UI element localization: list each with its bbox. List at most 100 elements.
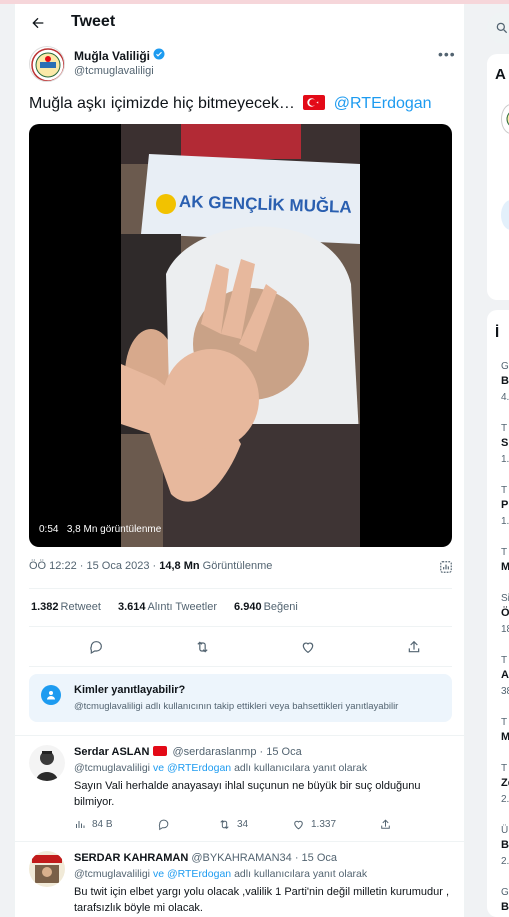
trend-count: 38 — [501, 686, 509, 697]
trend-name[interactable]: A — [501, 669, 509, 681]
video-frame: AK GENÇLİK MUĞLA — [121, 124, 360, 547]
sidebar-avatar[interactable] — [501, 200, 509, 230]
video-duration: 0:54 — [39, 524, 59, 535]
verified-badge-icon — [153, 48, 165, 63]
reply-author-handle[interactable]: @serdaraslanmp — [173, 746, 257, 758]
turkey-flag-icon — [153, 746, 168, 756]
trends-card: İ G B 4. T S 1. T P 1. T M Si Ö 18 T A 3… — [487, 310, 509, 917]
reply-context: @tcmuglavaliligi ve @RTErdogan adlı kull… — [74, 868, 367, 880]
reply-item[interactable]: SERDAR KAHRAMAN @BYKAHRAMAN34 · 15 Oca @… — [15, 841, 464, 917]
retweet-icon — [220, 820, 229, 829]
trend-name[interactable]: Ze — [501, 777, 509, 789]
reply-avatar[interactable] — [29, 851, 65, 887]
video-duration-views: 0:54 3,8 Mn görüntülenme — [39, 524, 161, 535]
reply-views-action[interactable]: 84 B — [74, 818, 113, 830]
trend-name[interactable]: M — [501, 561, 509, 573]
reply-share-icon[interactable] — [379, 818, 392, 831]
reply-retweets-count: 34 — [237, 819, 249, 830]
sidebar-card: A — [487, 54, 509, 300]
video-views: 3,8 Mn görüntülenme — [66, 524, 162, 535]
analytics-icon[interactable] — [439, 560, 453, 574]
trend-count: 1. — [501, 516, 509, 527]
reply-restriction-text: @tcmuglavaliligi adlı kullanıcının takip… — [74, 701, 399, 712]
reply-author[interactable]: SERDAR KAHRAMAN @BYKAHRAMAN34 · 15 Oca — [74, 852, 337, 864]
tweet-header: Tweet — [15, 4, 464, 44]
reply-author[interactable]: Serdar ASLAN @serdaraslanmp · 15 Oca — [74, 746, 302, 758]
trend-category: T — [501, 717, 508, 728]
quote-stat[interactable]: 3.614 Alıntı Tweetler — [118, 601, 217, 613]
reply-context-second[interactable]: @RTErdogan — [167, 762, 231, 774]
trend-name[interactable]: B — [501, 839, 509, 851]
retweet-stat[interactable]: 1.382 Retweet — [31, 601, 101, 613]
trend-count: 18 — [501, 624, 509, 635]
views-icon — [76, 821, 85, 828]
like-icon[interactable] — [298, 637, 318, 657]
author-handle[interactable]: @tcmuglavaliligi — [74, 65, 154, 77]
reply-avatar[interactable] — [29, 745, 65, 781]
tweet-mention-link[interactable]: @RTErdogan — [334, 95, 432, 112]
author-display-name[interactable]: Muğla Valiliği — [74, 49, 150, 63]
person-icon — [41, 685, 61, 705]
divider — [29, 588, 452, 589]
trend-name[interactable]: M — [501, 731, 509, 743]
tweet-text: Muğla aşkı içimizde hiç bitmeyecek… @RTE… — [29, 95, 432, 113]
trend-name[interactable]: B — [501, 901, 509, 913]
trend-name[interactable]: P — [501, 499, 508, 511]
author-name[interactable]: Muğla Valiliği — [74, 48, 165, 63]
trend-count: 2. — [501, 856, 509, 867]
trend-name[interactable]: S — [501, 437, 508, 449]
trend-category: G — [501, 887, 509, 898]
sidebar-card-title: A — [495, 66, 506, 83]
reply-author-handle[interactable]: @BYKAHRAMAN34 — [191, 852, 291, 864]
trend-category: Si — [501, 593, 509, 604]
reply-context: @tcmuglavaliligi ve @RTErdogan adlı kull… — [74, 762, 367, 774]
reply-context-first[interactable]: @tcmuglavaliligi — [74, 762, 150, 774]
reply-date[interactable]: · 15 Oca — [260, 746, 302, 758]
trend-category: T — [501, 547, 508, 558]
reply-date[interactable]: · 15 Oca — [295, 852, 337, 864]
reply-context-suffix: adlı kullanıcılara yanıt olarak — [234, 762, 368, 774]
reply-icon[interactable] — [86, 637, 106, 657]
reply-retweet-action[interactable]: 34 — [218, 818, 248, 831]
reply-reply-icon[interactable] — [157, 818, 170, 831]
reply-item[interactable]: Serdar ASLAN @serdaraslanmp · 15 Oca @tc… — [15, 735, 464, 839]
share-icon[interactable] — [404, 637, 424, 657]
reply-context-first[interactable]: @tcmuglavaliligi — [74, 868, 150, 880]
back-arrow-icon[interactable] — [27, 12, 49, 34]
reply-context-second[interactable]: @RTErdogan — [167, 868, 231, 880]
trend-name[interactable]: B — [501, 375, 509, 387]
trend-name[interactable]: Ö — [501, 607, 509, 619]
trend-count: 1. — [501, 454, 509, 465]
trend-category: T — [501, 763, 508, 774]
sidebar-avatar[interactable] — [501, 104, 509, 134]
tweet-actions — [29, 637, 452, 657]
tweet-stats: 1.382 Retweet 3.614 Alıntı Tweetler 6.940 B… — [31, 601, 312, 613]
trend-category: T — [501, 655, 508, 666]
reply-author-name[interactable]: Serdar ASLAN — [74, 746, 149, 758]
right-sidebar: A İ G B 4. T S 1. T P 1. T M Si Ö 18 T A… — [465, 4, 509, 917]
like-stat[interactable]: 6.940 Beğeni — [234, 601, 298, 613]
reply-author-name[interactable]: SERDAR KAHRAMAN — [74, 852, 188, 864]
reply-context-suffix: adlı kullanıcılara yanıt olarak — [234, 868, 368, 880]
like-icon — [294, 820, 303, 830]
trend-category: T — [501, 485, 508, 496]
more-options-icon[interactable]: ••• — [438, 46, 456, 62]
tweet-video[interactable]: AK GENÇLİK MUĞLA 0:54 3,8 Mn görüntülenm… — [29, 124, 452, 547]
tweet-time[interactable]: ÖÖ 12:22 · 15 Oca 2023 — [29, 560, 149, 572]
reply-context-and: ve — [152, 762, 165, 774]
trend-count: 4. — [501, 392, 509, 403]
retweet-icon[interactable] — [192, 637, 212, 657]
divider — [29, 626, 452, 627]
search-input[interactable] — [487, 12, 509, 44]
author-avatar[interactable] — [29, 46, 65, 82]
tweet-timestamp-row: ÖÖ 12:22 · 15 Oca 2023 · 14,8 Mn Görüntü… — [29, 560, 273, 572]
reply-views-count: 84 B — [92, 818, 113, 830]
tweet-views-count: 14,8 Mn — [159, 560, 200, 572]
reply-restriction-box: Kimler yanıtlayabilir? @tcmuglavaliligi … — [29, 674, 452, 722]
reply-likes-count: 1.337 — [311, 819, 337, 830]
reply-restriction-title: Kimler yanıtlayabilir? — [74, 684, 186, 696]
tweet-views-label: Görüntülenme — [202, 560, 273, 572]
reply-context-and: ve — [152, 868, 165, 880]
trend-count: 2. — [501, 794, 509, 805]
reply-like-action[interactable]: 1.337 — [292, 818, 336, 831]
